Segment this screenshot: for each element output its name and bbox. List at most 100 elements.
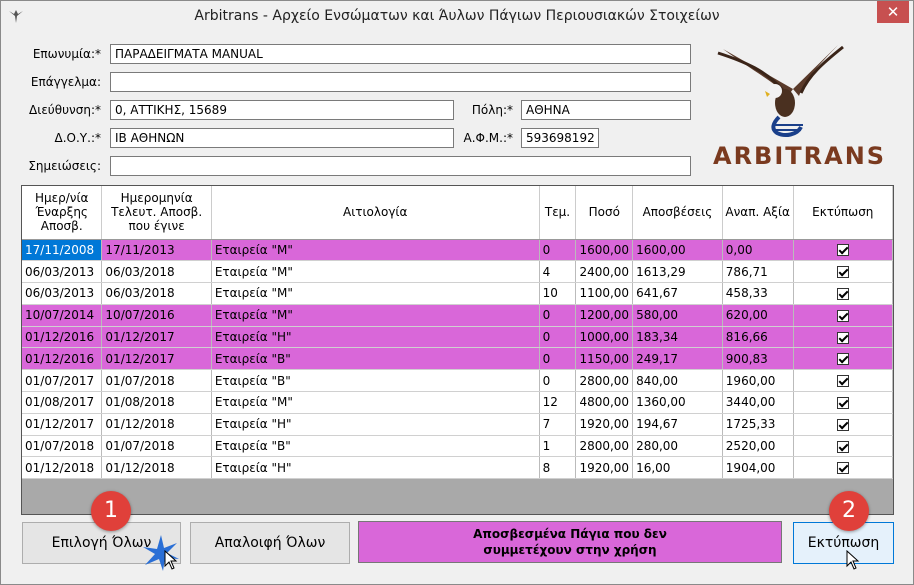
cell-depreciation[interactable]: 641,67 — [632, 282, 723, 305]
cell-start-date[interactable]: 01/07/2018 — [22, 435, 103, 458]
cell-units[interactable]: 0 — [539, 326, 577, 349]
cell-start-date[interactable]: 01/07/2017 — [22, 369, 103, 393]
cell-start-date[interactable]: 01/12/2018 — [22, 456, 103, 480]
table-row[interactable]: 01/07/2017 01/07/2018 Εταιρεία "Β" 0 2800,00… — [22, 369, 893, 393]
col-header-value[interactable]: Αναπ. Αξία — [722, 186, 794, 240]
cell-units[interactable]: 7 — [539, 413, 577, 436]
cell-amount[interactable]: 1150,00 — [575, 347, 634, 371]
cell-depreciation[interactable]: 280,00 — [632, 435, 723, 458]
cell-depreciation[interactable]: 580,00 — [632, 304, 723, 327]
cell-last-date[interactable]: 01/07/2018 — [101, 369, 212, 393]
cell-value[interactable]: 620,00 — [722, 304, 794, 327]
cell-value[interactable]: 2520,00 — [722, 435, 794, 458]
table-row[interactable]: 01/07/2018 01/07/2018 Εταιρεία "Β" 1 2800,00… — [22, 435, 893, 458]
eponymia-field[interactable]: ΠΑΡΑΔΕΙΓΜΑΤΑ MANUAL — [110, 44, 691, 64]
table-row[interactable]: 01/12/2016 01/12/2017 Εταιρεία "Η" 0 1000,00… — [22, 326, 893, 349]
print-checkbox[interactable] — [836, 418, 849, 431]
cell-start-date[interactable]: 06/03/2013 — [22, 282, 103, 305]
cell-value[interactable]: 3440,00 — [722, 391, 794, 414]
table-row[interactable]: 01/12/2017 01/12/2018 Εταιρεία "Η" 7 1920,00… — [22, 413, 893, 436]
print-checkbox[interactable] — [836, 353, 849, 366]
cell-value[interactable]: 900,83 — [722, 347, 794, 371]
deselect-all-button[interactable]: Απαλοιφή Όλων — [190, 522, 350, 564]
cell-reason[interactable]: Εταιρεία "Μ" — [211, 391, 540, 414]
cell-depreciation[interactable]: 1613,29 — [632, 260, 723, 284]
print-checkbox[interactable] — [836, 331, 849, 344]
cell-depreciation[interactable]: 1600,00 — [632, 239, 723, 262]
cell-start-date[interactable]: 06/03/2013 — [22, 260, 103, 284]
cell-reason[interactable]: Εταιρεία "Μ" — [211, 304, 540, 327]
cell-amount[interactable]: 2800,00 — [575, 369, 634, 393]
cell-value[interactable]: 1960,00 — [722, 369, 794, 393]
cell-last-date[interactable]: 01/12/2018 — [101, 413, 212, 436]
col-header-print[interactable]: Εκτύπωση — [793, 186, 893, 240]
cell-last-date[interactable]: 01/12/2018 — [101, 456, 212, 480]
cell-last-date[interactable]: 01/12/2017 — [101, 347, 212, 371]
cell-last-date[interactable]: 01/07/2018 — [101, 435, 212, 458]
cell-depreciation[interactable]: 840,00 — [632, 369, 723, 393]
epaggelma-field[interactable] — [110, 72, 691, 92]
col-header-last-date[interactable]: Ημερομηνία Τελευτ. Αποσβ. που έγινε — [101, 186, 212, 240]
cell-depreciation[interactable]: 194,67 — [632, 413, 723, 436]
print-checkbox[interactable] — [836, 462, 849, 475]
cell-units[interactable]: 0 — [539, 369, 577, 393]
cell-units[interactable]: 8 — [539, 456, 577, 480]
table-row[interactable]: 01/12/2016 01/12/2017 Εταιρεία "Β" 0 1150,00… — [22, 347, 893, 371]
cell-start-date[interactable]: 10/07/2014 — [22, 304, 103, 327]
print-checkbox[interactable] — [836, 287, 849, 300]
cell-reason[interactable]: Εταιρεία "Β" — [211, 435, 540, 458]
cell-value[interactable]: 786,71 — [722, 260, 794, 284]
col-header-reason[interactable]: Αιτιολογία — [211, 186, 540, 240]
cell-last-date[interactable]: 06/03/2018 — [101, 260, 212, 284]
cell-units[interactable]: 1 — [539, 435, 577, 458]
col-header-units[interactable]: Τεμ. — [539, 186, 577, 240]
cell-amount[interactable]: 1920,00 — [575, 413, 634, 436]
table-row[interactable]: 06/03/2013 06/03/2018 Εταιρεία "Μ" 10 1100,0… — [22, 282, 893, 305]
cell-start-date[interactable]: 01/08/2017 — [22, 391, 103, 414]
cell-amount[interactable]: 1200,00 — [575, 304, 634, 327]
simeioseis-field[interactable] — [110, 156, 691, 176]
cell-value[interactable]: 458,33 — [722, 282, 794, 305]
print-checkbox[interactable] — [836, 440, 849, 453]
print-checkbox[interactable] — [836, 244, 849, 257]
cell-units[interactable]: 12 — [539, 391, 577, 414]
cell-start-date[interactable]: 01/12/2017 — [22, 413, 103, 436]
table-row[interactable]: 17/11/2008 17/11/2013 Εταιρεία "Μ" 0 1600,00… — [22, 239, 893, 262]
cell-reason[interactable]: Εταιρεία "Η" — [211, 413, 540, 436]
col-header-depreciation[interactable]: Αποσβέσεις — [632, 186, 723, 240]
doy-field[interactable]: ΙΒ ΑΘΗΝΩΝ — [110, 128, 454, 148]
cell-amount[interactable]: 1100,00 — [575, 282, 634, 305]
cell-last-date[interactable]: 17/11/2013 — [101, 239, 212, 262]
cell-reason[interactable]: Εταιρεία "Β" — [211, 347, 540, 371]
print-checkbox[interactable] — [836, 396, 849, 409]
table-row[interactable]: 10/07/2014 10/07/2016 Εταιρεία "Μ" 0 1200,00… — [22, 304, 893, 327]
cell-depreciation[interactable]: 1360,00 — [632, 391, 723, 414]
table-row[interactable]: 01/08/2017 01/08/2018 Εταιρεία "Μ" 12 4800,0… — [22, 391, 893, 414]
cell-last-date[interactable]: 01/08/2018 — [101, 391, 212, 414]
dieythynsi-field[interactable]: 0, ΑΤΤΙΚΗΣ, 15689 — [110, 100, 454, 120]
close-button[interactable]: ✕ — [877, 1, 909, 23]
assets-grid[interactable]: Ημερ/νία Έναρξης Αποσβ. Ημερομηνία Τελευ… — [21, 185, 894, 515]
cell-amount[interactable]: 2800,00 — [575, 435, 634, 458]
cell-depreciation[interactable]: 183,34 — [632, 326, 723, 349]
cell-units[interactable]: 0 — [539, 347, 577, 371]
cell-reason[interactable]: Εταιρεία "Μ" — [211, 282, 540, 305]
cell-units[interactable]: 0 — [539, 239, 577, 262]
cell-amount[interactable]: 1920,00 — [575, 456, 634, 480]
cell-units[interactable]: 4 — [539, 260, 577, 284]
table-row[interactable]: 06/03/2013 06/03/2018 Εταιρεία "Μ" 4 2400,00… — [22, 260, 893, 284]
cell-reason[interactable]: Εταιρεία "Β" — [211, 369, 540, 393]
cell-reason[interactable]: Εταιρεία "Μ" — [211, 260, 540, 284]
afm-field[interactable]: 593698192 — [521, 128, 599, 148]
cell-start-date[interactable]: 17/11/2008 — [22, 239, 103, 262]
cell-start-date[interactable]: 01/12/2016 — [22, 347, 103, 371]
cell-amount[interactable]: 1000,00 — [575, 326, 634, 349]
cell-depreciation[interactable]: 249,17 — [632, 347, 723, 371]
cell-last-date[interactable]: 06/03/2018 — [101, 282, 212, 305]
print-checkbox[interactable] — [836, 266, 849, 279]
print-checkbox[interactable] — [836, 375, 849, 388]
cell-units[interactable]: 0 — [539, 304, 577, 327]
cell-amount[interactable]: 4800,00 — [575, 391, 634, 414]
cell-value[interactable]: 0,00 — [722, 239, 794, 262]
cell-value[interactable]: 816,66 — [722, 326, 794, 349]
